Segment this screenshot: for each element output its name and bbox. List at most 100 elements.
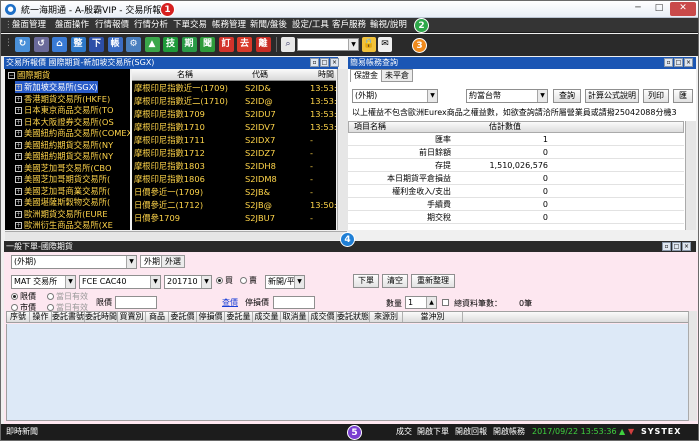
contract-month-combo[interactable]: 201710 ▼ (164, 275, 212, 289)
menu-item-service[interactable]: 客戶服務 (332, 19, 366, 32)
quote-row[interactable]: 摩根印尼指數1806 S2IDM8 - (132, 173, 336, 185)
order-col-header[interactable]: 商品 (146, 312, 169, 322)
stop-price-input[interactable] (273, 296, 315, 309)
order-col-header[interactable]: 買賣別 (118, 312, 146, 322)
tab-margin[interactable]: 保證金 (350, 69, 382, 82)
col-header-time[interactable]: 時間 (318, 70, 334, 80)
checkbox-icon[interactable] (442, 299, 449, 306)
chevron-down-icon[interactable]: ▼ (150, 276, 160, 288)
menu-item-help[interactable]: 輸視/說明 (370, 19, 407, 32)
export-button[interactable]: 匯 (673, 89, 693, 103)
quote-row[interactable]: 摩根印尼指數近二(1710) S2ID@ 13:53: (132, 95, 336, 107)
place-order-button[interactable]: 下單 (353, 274, 379, 288)
minimize-button[interactable]: ─ (628, 2, 648, 16)
expand-icon[interactable]: + (15, 84, 22, 91)
radio-off-icon[interactable] (47, 304, 54, 311)
tree-item[interactable]: + 歐洲期貨交易所(EURE (15, 208, 108, 220)
tree-item[interactable]: + 日本東京商品交易所(TO (15, 104, 114, 116)
radio-on-icon[interactable] (216, 277, 223, 284)
exchange-combo[interactable]: MAT 交易所 ▼ (11, 275, 76, 289)
radio-on-icon[interactable] (11, 293, 18, 300)
status-news[interactable]: 即時新聞 (6, 424, 38, 440)
account-panel-pin-button[interactable]: ▫ (664, 58, 673, 67)
maximize-button[interactable]: □ (649, 2, 669, 16)
offset-combo[interactable]: 新開/平 ▼ (265, 275, 305, 289)
order-col-header[interactable]: 委託狀態 (337, 312, 370, 322)
order-col-header[interactable]: 序號 (7, 312, 30, 322)
order-panel-close-button[interactable]: × (682, 242, 691, 251)
tree-item[interactable]: + 歐洲衍生商品交易所(XE (15, 219, 113, 230)
chevron-down-icon[interactable]: ▼ (201, 276, 211, 288)
radio-off-icon[interactable] (240, 277, 247, 284)
order-icon[interactable]: 訂 (218, 37, 234, 52)
menu-item-quotes[interactable]: 行情報價 (95, 19, 129, 32)
news-icon[interactable]: 聞 (200, 37, 215, 52)
col-header-name[interactable]: 名稱 (177, 70, 193, 80)
account-icon[interactable]: 帳 (107, 37, 123, 52)
quote-grid-scrollbar[interactable] (337, 69, 348, 230)
quote-row[interactable]: 摩根印尼指數1711 S2IDX7 - (132, 134, 336, 146)
limit-price-input[interactable] (115, 296, 157, 309)
expand-icon[interactable]: + (15, 210, 22, 218)
box-icon[interactable]: 整 (70, 37, 86, 52)
order-panel-max-button[interactable]: □ (672, 242, 681, 251)
account-panel-close-button[interactable]: × (684, 58, 693, 67)
tree-item[interactable]: + 新加坡交易所(SGX) (15, 81, 98, 93)
period-icon[interactable]: 期 (181, 37, 197, 52)
order-col-header[interactable]: 成交量 (253, 312, 281, 322)
order-col-header[interactable]: 委託量 (225, 312, 253, 322)
expand-icon[interactable]: + (15, 199, 22, 206)
chevron-down-icon[interactable]: ▼ (294, 276, 304, 288)
quantity-stepper[interactable]: 1 ▲ (405, 296, 437, 309)
expand-icon[interactable]: + (15, 164, 22, 172)
quote-row[interactable]: 摩根印尼指數1709 S2IDU7 13:53: (132, 108, 336, 120)
expand-icon[interactable]: + (15, 222, 22, 229)
order-col-header[interactable]: 當沖別 (403, 312, 463, 322)
expand-icon[interactable]: + (15, 95, 22, 103)
close-button[interactable]: ✕ (670, 2, 696, 16)
search-icon[interactable]: ⌕ (281, 37, 295, 52)
order-panel-pin-button[interactable]: ▫ (662, 242, 671, 251)
print-button[interactable]: 列印 (643, 89, 669, 103)
expand-icon[interactable]: + (15, 141, 22, 149)
menu-item-accounts[interactable]: 帳務管理 (212, 19, 246, 32)
tree-item[interactable]: + 美國芝加哥交易所(CBO (15, 162, 111, 174)
order-col-header[interactable]: 成交價 (309, 312, 337, 322)
chevron-down-icon[interactable]: ▼ (427, 90, 437, 102)
order-col-header[interactable]: 委託時間 (85, 312, 118, 322)
quote-row[interactable]: 日價參近二(1712) S2JB@ 13:50: (132, 199, 336, 211)
out-icon[interactable]: 去 (237, 37, 252, 52)
radio-off-icon[interactable] (11, 304, 18, 311)
quote-row[interactable]: 日價參1709 S2JBU7 - (132, 212, 336, 224)
tree-root[interactable]: − 國際期貨 (8, 69, 50, 81)
status-open-order[interactable]: 開啟下單 (417, 424, 449, 440)
chevron-down-icon[interactable]: ▼ (537, 90, 547, 102)
order-account-combo[interactable]: (外期) ▼ (11, 255, 137, 269)
clear-button[interactable]: 清空 (382, 274, 408, 288)
tab-options[interactable]: 外選 (161, 255, 185, 268)
stepper-icon[interactable]: ▲ (426, 297, 436, 308)
status-fills[interactable]: 成交 (396, 424, 412, 440)
panel-pin-button[interactable]: ▫ (310, 58, 319, 67)
order-col-header[interactable]: 委託書號 (52, 312, 85, 322)
down-arrow-icon[interactable]: 下 (89, 37, 104, 52)
status-open-account[interactable]: 開啟帳務 (493, 424, 525, 440)
order-col-header[interactable]: 停損價 (197, 312, 225, 322)
order-table-scrollbar[interactable] (688, 311, 697, 421)
chart-icon[interactable]: ▲ (144, 37, 160, 52)
menu-item-layout-operate[interactable]: 盤面操作 (55, 19, 89, 32)
tree-item[interactable]: + 美國芝加哥商業交易所( (15, 185, 110, 197)
quote-horizontal-scrollbar[interactable] (5, 231, 347, 240)
refresh-button[interactable]: 重新整理 (411, 274, 455, 288)
quote-row[interactable]: 摩根印尼指數1712 S2IDZ7 - (132, 147, 336, 159)
expand-icon[interactable]: + (15, 107, 22, 114)
status-open-report[interactable]: 開啟回報 (455, 424, 487, 440)
menu-item-settings[interactable]: 設定/工具 (292, 19, 329, 32)
quote-row[interactable]: 日價參近一(1709) S2JB& - (132, 186, 336, 198)
mail-icon[interactable]: ✉ (378, 37, 392, 52)
quote-row[interactable]: 摩根印尼指數1710 S2IDV7 13:53: (132, 121, 336, 133)
tab-open-positions[interactable]: 未平倉 (381, 69, 413, 82)
menu-item-analysis[interactable]: 行情分析 (134, 19, 168, 32)
chevron-down-icon[interactable]: ▼ (126, 256, 136, 268)
account-panel-max-button[interactable]: □ (674, 58, 683, 67)
